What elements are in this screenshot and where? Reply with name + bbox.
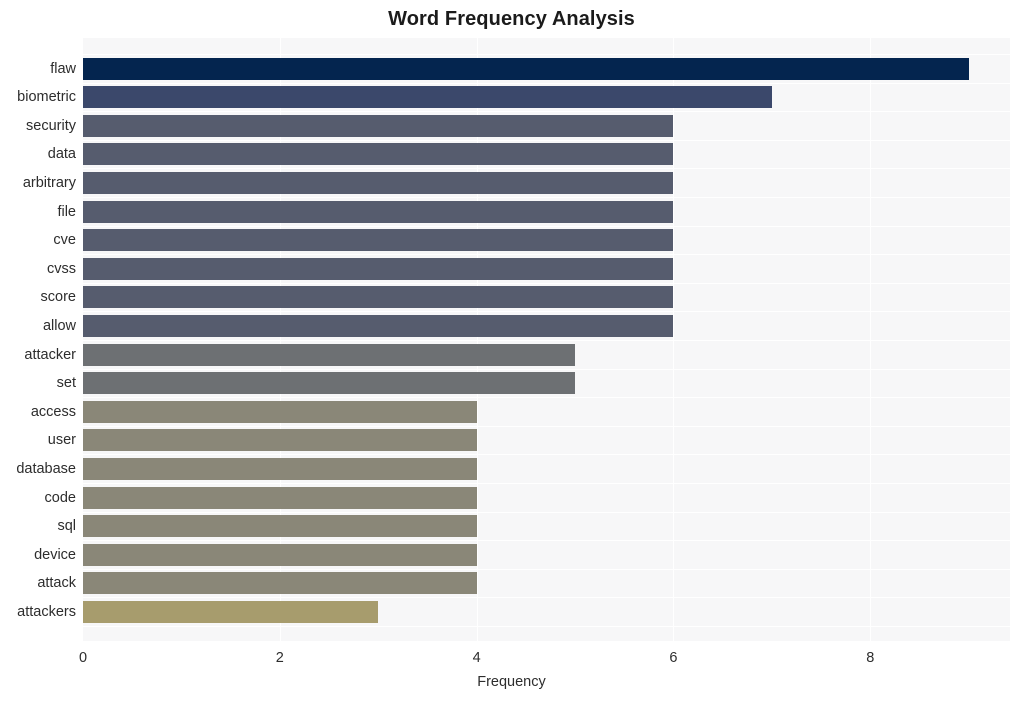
bar[interactable]	[83, 86, 772, 109]
gridline-horizontal	[83, 597, 1010, 599]
y-tick-label: set	[56, 375, 76, 392]
bar[interactable]	[83, 543, 477, 566]
gridline-horizontal	[83, 397, 1010, 399]
gridline-horizontal	[83, 340, 1010, 341]
y-tick-label: database	[16, 460, 76, 477]
bar-row[interactable]	[83, 600, 1010, 623]
gridline-horizontal	[83, 368, 1010, 370]
y-tick-label: security	[26, 117, 76, 134]
gridline-horizontal	[83, 139, 1010, 141]
bar[interactable]	[83, 486, 477, 509]
bar-row[interactable]	[83, 457, 1010, 480]
y-tick-label: biometric	[17, 89, 76, 106]
bar-row[interactable]	[83, 572, 1010, 595]
bar-row[interactable]	[83, 286, 1010, 309]
bar[interactable]	[83, 57, 969, 80]
gridline-horizontal	[83, 511, 1010, 513]
gridline-horizontal	[83, 197, 1010, 198]
bar[interactable]	[83, 600, 379, 623]
bar[interactable]	[83, 143, 674, 166]
gridline-horizontal	[83, 54, 1010, 55]
bar[interactable]	[83, 343, 576, 366]
bar[interactable]	[83, 114, 674, 137]
y-tick-label: access	[30, 403, 76, 420]
y-tick-label: allow	[42, 317, 76, 334]
gridline-horizontal	[83, 311, 1010, 313]
gridline-horizontal	[83, 225, 1010, 227]
y-tick-label: cve	[53, 232, 76, 249]
y-tick-label: sql	[57, 518, 76, 535]
bar-row[interactable]	[83, 543, 1010, 566]
bar-row[interactable]	[83, 57, 1010, 80]
bar[interactable]	[83, 229, 674, 252]
x-tick-label: 0	[78, 650, 88, 666]
bar[interactable]	[83, 515, 477, 538]
bar[interactable]	[83, 257, 674, 280]
bar-row[interactable]	[83, 372, 1010, 395]
chart-title: Word Frequency Analysis	[388, 8, 635, 30]
bar[interactable]	[83, 457, 477, 480]
y-tick-label: attackers	[17, 603, 76, 620]
bar-row[interactable]	[83, 143, 1010, 166]
gridline-horizontal	[83, 483, 1010, 484]
gridline-horizontal	[83, 568, 1010, 570]
bar[interactable]	[83, 286, 674, 309]
y-tick-label: cvss	[47, 260, 76, 277]
gridline-horizontal	[83, 254, 1010, 256]
y-tick-label: flaw	[50, 60, 76, 77]
gridline-horizontal	[83, 111, 1010, 113]
y-tick-label: file	[57, 203, 76, 220]
y-tick-label: data	[47, 146, 76, 163]
bar-row[interactable]	[83, 86, 1010, 109]
gridline-horizontal	[83, 82, 1010, 84]
bar[interactable]	[83, 400, 477, 423]
bar-row[interactable]	[83, 486, 1010, 509]
bar-row[interactable]	[83, 400, 1010, 423]
x-axis-label: Frequency	[477, 674, 546, 690]
x-axis-tick-labels: 0 2 4 6 8	[0, 648, 1023, 672]
x-tick-label: 6	[669, 650, 678, 666]
bar[interactable]	[83, 200, 674, 223]
bar-row[interactable]	[83, 429, 1010, 452]
y-tick-label: device	[34, 546, 76, 563]
bar-row[interactable]	[83, 314, 1010, 337]
gridline-horizontal	[83, 425, 1010, 427]
gridline-horizontal	[83, 540, 1010, 542]
y-axis-tick-labels: flaw biometric security data arbitrary file cv…	[0, 38, 76, 641]
gridline-horizontal	[83, 626, 1010, 627]
gridline-horizontal	[83, 168, 1010, 170]
word-frequency-chart: Word Frequency Analysis flaw biometric sec…	[0, 0, 1023, 701]
bar[interactable]	[83, 429, 477, 452]
y-tick-label: code	[44, 489, 76, 506]
bar-row[interactable]	[83, 200, 1010, 223]
y-tick-label: attacker	[24, 346, 76, 363]
bar-row[interactable]	[83, 343, 1010, 366]
bar[interactable]	[83, 314, 674, 337]
gridline-horizontal	[83, 282, 1010, 284]
y-tick-label: attack	[37, 575, 76, 592]
x-tick-label: 4	[472, 650, 481, 666]
bar-row[interactable]	[83, 114, 1010, 137]
plot-area	[83, 38, 1010, 641]
bar-row[interactable]	[83, 515, 1010, 538]
x-tick-label: 8	[866, 650, 875, 666]
bar-row[interactable]	[83, 171, 1010, 194]
bar[interactable]	[83, 372, 576, 395]
bar[interactable]	[83, 572, 477, 595]
bar[interactable]	[83, 171, 674, 194]
x-tick-label: 2	[275, 650, 284, 666]
y-tick-label: arbitrary	[22, 174, 76, 191]
bar-row[interactable]	[83, 229, 1010, 252]
gridline-horizontal	[83, 454, 1010, 456]
y-tick-label: score	[40, 289, 76, 306]
y-tick-label: user	[47, 432, 76, 449]
bar-row[interactable]	[83, 257, 1010, 280]
